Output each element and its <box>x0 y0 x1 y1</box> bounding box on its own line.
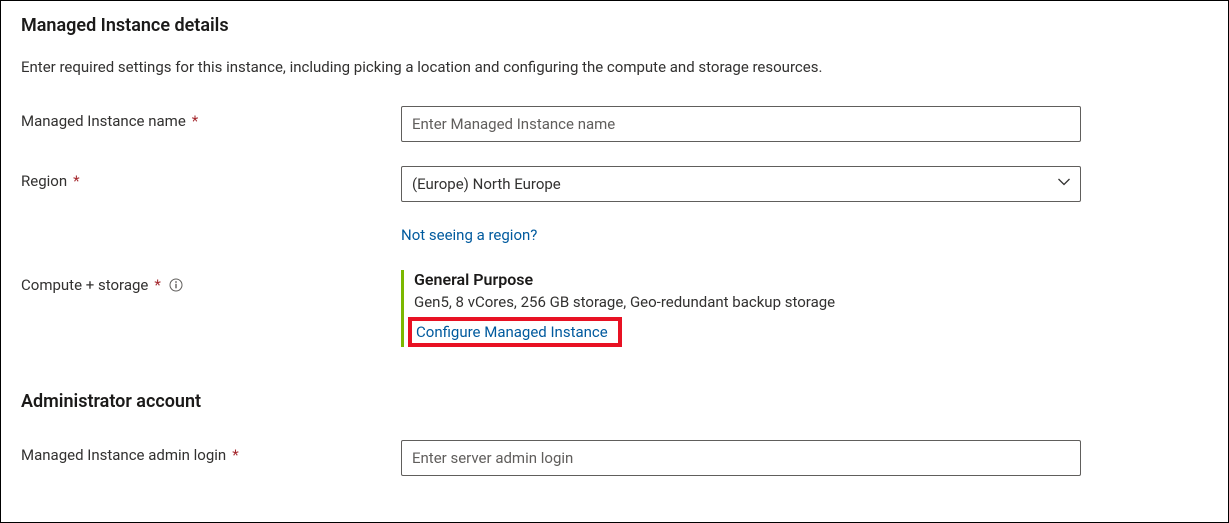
region-help-link[interactable]: Not seeing a region? <box>401 226 537 244</box>
control-col: General Purpose Gen5, 8 vCores, 256 GB s… <box>401 270 1081 347</box>
configure-instance-link[interactable]: Configure Managed Instance <box>416 323 608 341</box>
form-row-region: Region * (Europe) North Europe <box>21 166 1208 202</box>
configure-highlight: Configure Managed Instance <box>408 317 622 347</box>
control-col <box>401 106 1081 142</box>
required-asterisk: * <box>192 112 198 130</box>
section-description: Enter required settings for this instanc… <box>21 58 1208 76</box>
control-col: (Europe) North Europe <box>401 166 1081 202</box>
region-select[interactable]: (Europe) North Europe <box>401 166 1081 202</box>
info-icon[interactable] <box>169 278 183 292</box>
label-col: Managed Instance name * <box>21 106 401 130</box>
instance-name-input[interactable] <box>401 106 1081 142</box>
compute-summary: General Purpose Gen5, 8 vCores, 256 GB s… <box>401 270 1081 347</box>
required-asterisk: * <box>232 446 238 464</box>
form-row-admin-login: Managed Instance admin login * <box>21 440 1208 476</box>
managed-instance-form: Managed Instance details Enter required … <box>0 0 1229 523</box>
form-row-compute: Compute + storage * General Purpose Gen5… <box>21 270 1208 347</box>
compute-tier: General Purpose <box>414 270 1081 289</box>
section-heading-details: Managed Instance details <box>21 15 1208 36</box>
instance-name-label: Managed Instance name <box>21 112 186 130</box>
admin-login-label: Managed Instance admin login <box>21 446 226 464</box>
compute-specs: Gen5, 8 vCores, 256 GB storage, Geo-redu… <box>414 293 1081 311</box>
section-heading-admin: Administrator account <box>21 391 1208 412</box>
region-help-row: Not seeing a region? <box>21 226 1208 244</box>
region-select-value: (Europe) North Europe <box>412 175 561 193</box>
label-col: Region * <box>21 166 401 190</box>
admin-login-input[interactable] <box>401 440 1081 476</box>
control-col <box>401 440 1081 476</box>
form-row-instance-name: Managed Instance name * <box>21 106 1208 142</box>
region-label: Region <box>21 172 67 190</box>
required-asterisk: * <box>154 276 160 294</box>
required-asterisk: * <box>73 172 79 190</box>
compute-label: Compute + storage <box>21 276 148 294</box>
label-col: Managed Instance admin login * <box>21 440 401 464</box>
label-col: Compute + storage * <box>21 270 401 294</box>
